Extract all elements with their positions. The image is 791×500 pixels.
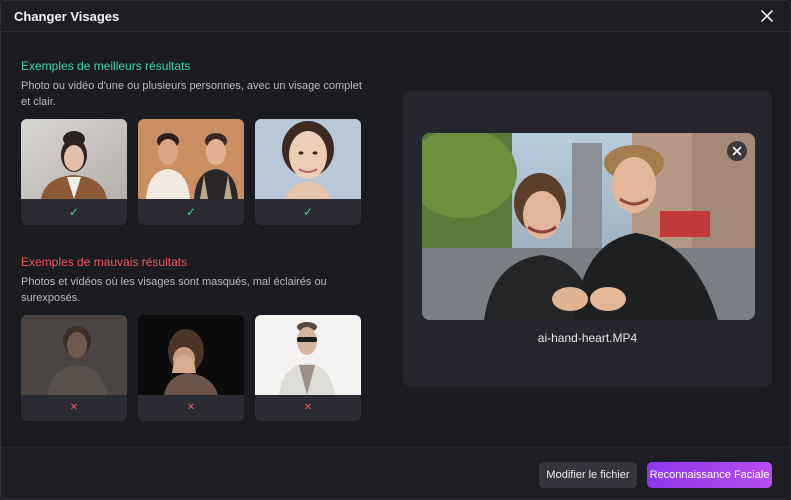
bad-example-card: ✕ [255, 315, 361, 421]
check-icon: ✓ [302, 205, 314, 219]
check-icon: ✓ [68, 205, 80, 219]
video-thumbnail [422, 133, 755, 320]
bad-example-card: ✕ [21, 315, 127, 421]
example-photo [21, 119, 127, 199]
good-examples-description: Photo ou vidéo d'une ou plusieurs person… [21, 80, 362, 108]
cross-icon: ✕ [186, 402, 196, 413]
change-faces-dialog: Changer Visages Exemples de meilleurs ré… [0, 0, 791, 500]
example-photo [21, 315, 127, 395]
good-example-card: ✓ [21, 119, 127, 225]
face-recognition-button[interactable]: Reconnaissance Faciale [647, 462, 772, 488]
video-preview-panel: ai-hand-heart.MP4 [403, 91, 772, 387]
bad-example-card: ✕ [138, 315, 244, 421]
good-examples-title: Exemples de meilleurs résultats [21, 59, 191, 73]
dialog-footer: Modifier le fichier Reconnaissance Facia… [1, 447, 790, 499]
good-example-card: ✓ [255, 119, 361, 225]
cross-icon: ✕ [303, 402, 313, 413]
dialog-titlebar: Changer Visages [1, 1, 790, 32]
close-icon[interactable] [759, 8, 775, 24]
modify-file-button[interactable]: Modifier le fichier [539, 462, 637, 488]
good-example-card: ✓ [138, 119, 244, 225]
example-photo [255, 119, 361, 199]
dialog-title: Changer Visages [14, 9, 120, 24]
example-photo [255, 315, 361, 395]
example-photo [138, 315, 244, 395]
bad-examples-title: Exemples de mauvais résultats [21, 255, 188, 269]
remove-video-icon[interactable] [727, 141, 747, 161]
bad-examples-description: Photos et vidéos où les visages sont mas… [21, 276, 327, 304]
video-file-name: ai-hand-heart.MP4 [537, 331, 638, 345]
example-photo [138, 119, 244, 199]
check-icon: ✓ [185, 205, 197, 219]
cross-icon: ✕ [69, 402, 79, 413]
